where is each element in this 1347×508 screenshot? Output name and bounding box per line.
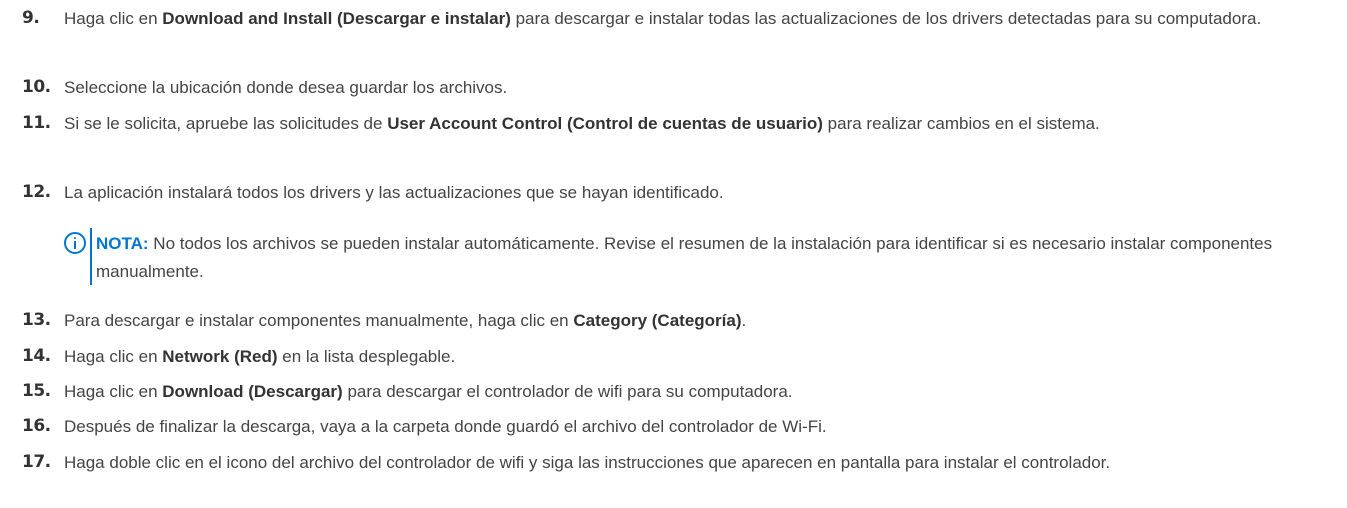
step-number: 15. (22, 381, 51, 401)
step-number: 14. (22, 346, 51, 366)
ui-term: User Account Control (Control de cuentas… (387, 114, 823, 133)
info-icon (64, 232, 86, 254)
step-text: La aplicación instalará todos los driver… (64, 183, 724, 202)
step-text: Para descargar e instalar componentes ma… (64, 311, 747, 330)
step-text: Haga clic en Download and Install (Desca… (64, 9, 1262, 28)
note-label: NOTA: (96, 234, 149, 253)
step-number: 10. (22, 77, 51, 97)
step-text: Si se le solicita, apruebe las solicitud… (64, 114, 1100, 133)
step-text: Haga clic en Network (Red) en la lista d… (64, 347, 456, 366)
step-number: 16. (22, 416, 51, 436)
step-number: 13. (22, 310, 51, 330)
note-divider (90, 228, 92, 285)
ui-term: Download and Install (Descargar e instal… (162, 9, 511, 28)
ui-term: Network (Red) (162, 347, 278, 366)
step-text: Haga clic en Download (Descargar) para d… (64, 382, 793, 401)
step-number: 17. (22, 452, 51, 472)
step-text: Después de finalizar la descarga, vaya a… (64, 417, 827, 436)
note-box: NOTA: No todos los archivos se pueden in… (64, 228, 1334, 286)
step-number: 11. (22, 113, 51, 133)
ui-term: Download (Descargar) (162, 382, 343, 401)
step-number: 12. (22, 182, 51, 202)
ui-term: Category (Categoría) (573, 311, 742, 330)
step-number: 9. (22, 8, 40, 28)
step-text: Seleccione la ubicación donde desea guar… (64, 78, 508, 97)
step-text: Haga doble clic en el icono del archivo … (64, 453, 1111, 472)
instructions-page: 9. Haga clic en Download and Install (De… (0, 0, 1347, 508)
note-text: NOTA: No todos los archivos se pueden in… (96, 234, 1273, 281)
